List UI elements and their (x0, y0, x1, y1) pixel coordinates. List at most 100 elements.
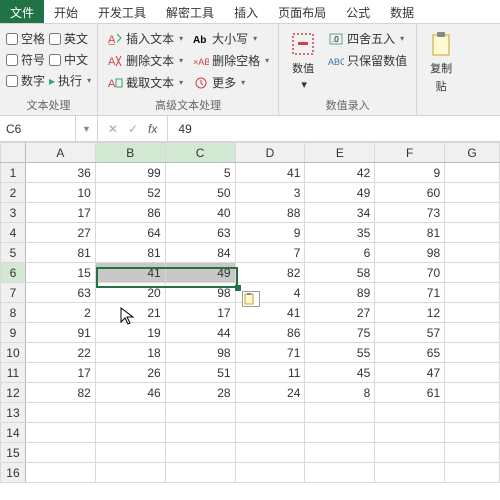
menu-tab-7[interactable]: 数据 (380, 0, 424, 23)
name-box[interactable]: C6 (0, 116, 76, 141)
cell[interactable]: 98 (375, 243, 445, 263)
cell[interactable]: 20 (95, 283, 165, 303)
cell[interactable]: 41 (235, 163, 305, 183)
row-header-3[interactable]: 3 (1, 203, 26, 223)
cell[interactable]: 11 (235, 363, 305, 383)
cell[interactable] (305, 403, 375, 423)
checkbox-英文[interactable]: 英文 (49, 30, 91, 47)
cell[interactable] (445, 223, 500, 243)
cell[interactable]: 7 (235, 243, 305, 263)
row-header-10[interactable]: 10 (1, 343, 26, 363)
cell[interactable] (445, 303, 500, 323)
row-header-1[interactable]: 1 (1, 163, 26, 183)
cell[interactable]: 81 (375, 223, 445, 243)
select-all-corner[interactable] (1, 143, 26, 163)
cell[interactable]: 71 (235, 343, 305, 363)
cell[interactable]: 44 (165, 323, 235, 343)
cell[interactable]: 26 (95, 363, 165, 383)
cell[interactable]: 52 (95, 183, 165, 203)
cell[interactable]: 88 (235, 203, 305, 223)
ribbon-btn-只保留数值[interactable]: ABC只保留数值 (325, 50, 410, 71)
checkbox-符号[interactable]: 符号 (6, 51, 45, 68)
cell[interactable]: 84 (165, 243, 235, 263)
cell[interactable]: 98 (165, 343, 235, 363)
cell[interactable]: 24 (235, 383, 305, 403)
row-header-7[interactable]: 7 (1, 283, 26, 303)
cell[interactable]: 51 (165, 363, 235, 383)
cell[interactable]: 50 (165, 183, 235, 203)
cell[interactable]: 82 (235, 263, 305, 283)
col-header-B[interactable]: B (95, 143, 165, 163)
cell[interactable] (165, 403, 235, 423)
cell[interactable] (165, 463, 235, 483)
formula-input[interactable]: 49 (168, 122, 201, 136)
cell[interactable]: 3 (235, 183, 305, 203)
cell[interactable]: 2 (25, 303, 95, 323)
cell[interactable]: 49 (305, 183, 375, 203)
cell[interactable]: 61 (375, 383, 445, 403)
menu-tab-5[interactable]: 页面布局 (268, 0, 336, 23)
cell[interactable] (305, 463, 375, 483)
col-header-C[interactable]: C (165, 143, 235, 163)
cell[interactable] (375, 463, 445, 483)
cell[interactable]: 5 (165, 163, 235, 183)
col-header-D[interactable]: D (235, 143, 305, 163)
cell[interactable] (95, 423, 165, 443)
cell[interactable] (375, 403, 445, 423)
cell[interactable]: 19 (95, 323, 165, 343)
cell[interactable] (445, 343, 500, 363)
confirm-icon[interactable]: ✓ (128, 122, 138, 136)
cell[interactable]: 57 (375, 323, 445, 343)
cancel-icon[interactable]: ✕ (108, 122, 118, 136)
cell[interactable]: 71 (375, 283, 445, 303)
menu-tab-6[interactable]: 公式 (336, 0, 380, 23)
ribbon-btn-截取文本[interactable]: A截取文本▾ (104, 72, 186, 93)
cell[interactable]: 65 (375, 343, 445, 363)
cell[interactable]: 58 (305, 263, 375, 283)
cell[interactable]: 27 (25, 223, 95, 243)
cell[interactable]: 10 (25, 183, 95, 203)
ribbon-btn-大小写[interactable]: Ab大小写▾ (190, 28, 272, 49)
cell[interactable] (25, 423, 95, 443)
cell[interactable]: 9 (375, 163, 445, 183)
cell[interactable] (445, 183, 500, 203)
cell[interactable]: 12 (375, 303, 445, 323)
ribbon-btn-删除空格[interactable]: ×AB删除空格▾ (190, 50, 272, 71)
cell[interactable]: 17 (25, 203, 95, 223)
cell[interactable] (165, 423, 235, 443)
cell[interactable]: 17 (165, 303, 235, 323)
cell[interactable] (165, 443, 235, 463)
col-header-F[interactable]: F (375, 143, 445, 163)
fx-icon[interactable]: fx (148, 122, 157, 136)
cell[interactable]: 99 (95, 163, 165, 183)
cell[interactable] (95, 443, 165, 463)
menu-tab-0[interactable]: 文件 (0, 0, 44, 23)
menu-tab-3[interactable]: 解密工具 (156, 0, 224, 23)
cell[interactable] (235, 403, 305, 423)
cell[interactable] (445, 243, 500, 263)
cell[interactable]: 28 (165, 383, 235, 403)
col-header-E[interactable]: E (305, 143, 375, 163)
cell[interactable]: 81 (95, 243, 165, 263)
row-header-8[interactable]: 8 (1, 303, 26, 323)
col-header-A[interactable]: A (25, 143, 95, 163)
menu-tab-4[interactable]: 插入 (224, 0, 268, 23)
cell[interactable]: 86 (95, 203, 165, 223)
ribbon-btn-四舍五入[interactable]: .0四舍五入▾ (325, 28, 410, 49)
cell[interactable] (25, 463, 95, 483)
row-header-11[interactable]: 11 (1, 363, 26, 383)
cell[interactable]: 60 (375, 183, 445, 203)
cell[interactable] (235, 423, 305, 443)
spreadsheet-grid[interactable]: ABCDEFG136995414292105250349603178640883… (0, 142, 500, 483)
col-header-G[interactable]: G (445, 143, 500, 163)
cell[interactable] (305, 423, 375, 443)
cell[interactable]: 45 (305, 363, 375, 383)
row-header-2[interactable]: 2 (1, 183, 26, 203)
paste-button[interactable]: 复制 贴 (423, 28, 459, 99)
cell[interactable] (445, 363, 500, 383)
cell[interactable]: 63 (165, 223, 235, 243)
cell[interactable] (445, 403, 500, 423)
cell[interactable]: 81 (25, 243, 95, 263)
cell[interactable] (235, 443, 305, 463)
cell[interactable]: 86 (235, 323, 305, 343)
